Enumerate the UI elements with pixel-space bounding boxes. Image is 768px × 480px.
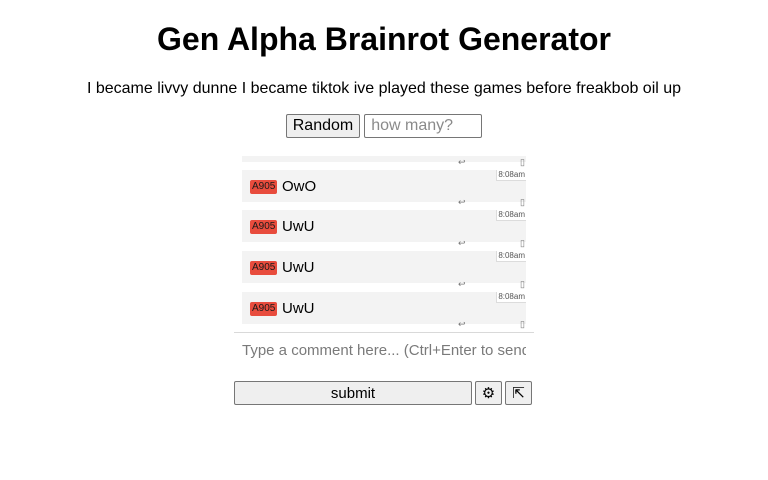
comment-input[interactable] [234,340,534,360]
reply-icon[interactable]: ↩ [458,239,466,248]
page: Gen Alpha Brainrot Generator I became li… [0,0,768,480]
comment-item: 8:08am A905 OwO [242,170,526,202]
comment-text: OwO [282,178,317,195]
reply-icon[interactable]: ↩ [458,280,466,289]
comment-stub [242,156,526,162]
comment-text: UwU [282,259,315,276]
user-badge: A905 [250,220,278,234]
random-button[interactable]: Random [285,114,361,138]
comment-time: 8:08am [496,251,526,262]
comment-text: UwU [282,300,315,317]
flag-icon[interactable]: ▯ [520,198,525,207]
generator-controls: Random [0,114,768,138]
flag-icon[interactable]: ▯ [520,280,525,289]
user-badge: A905 [250,180,278,194]
comment-list[interactable]: ↩ ▯ 8:08am A905 OwO ↩ ▯ 8:08am A905 UwU … [234,154,534,333]
flag-icon[interactable]: ▯ [520,239,525,248]
reply-icon[interactable]: ↩ [458,158,466,167]
comment-item: 8:08am A905 UwU [242,210,526,242]
flag-icon[interactable]: ▯ [520,320,525,329]
page-title: Gen Alpha Brainrot Generator [157,21,611,57]
comment-time: 8:08am [496,210,526,221]
comment-item: 8:08am A905 UwU [242,292,526,324]
reply-icon[interactable]: ↩ [458,198,466,207]
popout-icon[interactable]: ⇱ [505,381,532,405]
comment-item: 8:08am A905 UwU [242,251,526,283]
gear-icon[interactable]: ⚙ [475,381,502,405]
comment-time: 8:08am [496,292,526,303]
reply-icon[interactable]: ↩ [458,320,466,329]
comment-actions: submit ⚙ ⇱ [234,381,534,405]
user-badge: A905 [250,261,278,275]
user-badge: A905 [250,302,278,316]
submit-button[interactable]: submit [234,381,472,405]
flag-icon[interactable]: ▯ [520,158,525,167]
comment-text: UwU [282,218,315,235]
comment-time: 8:08am [496,170,526,181]
count-input[interactable] [364,114,483,138]
generated-sentence: I became livvy dunne I became tiktok ive… [86,80,682,97]
